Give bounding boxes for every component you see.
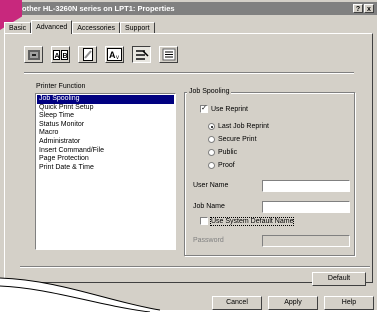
radio-button[interactable] — [208, 162, 215, 169]
svg-text:A: A — [109, 50, 116, 60]
title-bar: other HL-3260N series on LPT1: Propertie… — [18, 2, 377, 15]
list-item[interactable]: Insert Command/File — [37, 147, 174, 156]
list-item[interactable]: Quick Print Setup — [37, 104, 174, 113]
watermark-icon[interactable] — [78, 46, 97, 63]
list-item[interactable]: Status Monitor — [37, 121, 174, 130]
duplex-icon[interactable]: AB — [51, 46, 70, 63]
tab-advanced[interactable]: Advanced — [31, 20, 73, 34]
job-spooling-group — [184, 92, 355, 256]
use-reprint-checkbox[interactable]: ✓ — [200, 105, 208, 113]
list-item[interactable]: Job Spooling — [37, 95, 174, 104]
radio-label: Secure Print — [218, 136, 257, 143]
use-system-default-label: Use System Default Name — [209, 216, 295, 226]
radio-label: Last Job Reprint — [218, 123, 269, 130]
apply-button[interactable]: Apply — [268, 296, 318, 310]
list-item[interactable]: Macro — [37, 129, 174, 138]
job-name-label: Job Name — [193, 203, 225, 210]
list-item[interactable]: Page Protection — [37, 155, 174, 164]
list-item[interactable]: Print Date & Time — [37, 164, 174, 173]
help-button[interactable]: Help — [324, 296, 374, 310]
radio-public[interactable]: Public — [208, 149, 237, 156]
properties-window: other HL-3260N series on LPT1: Propertie… — [0, 0, 377, 312]
settings-list-icon[interactable] — [159, 46, 178, 63]
user-name-label: User Name — [193, 182, 229, 189]
window-title: other HL-3260N series on LPT1: Propertie… — [22, 4, 175, 13]
device-options-icon[interactable] — [132, 46, 151, 63]
page-setting-icon[interactable]: Av — [105, 46, 124, 63]
list-item[interactable]: Sleep Time — [37, 112, 174, 121]
quality-icon[interactable] — [24, 46, 43, 63]
cancel-button[interactable]: Cancel — [212, 296, 262, 310]
printer-function-list[interactable]: Job Spooling Quick Print Setup Sleep Tim… — [35, 93, 176, 250]
job-name-field[interactable] — [262, 201, 350, 213]
close-title-button[interactable]: x — [364, 4, 374, 13]
password-label: Password — [193, 237, 224, 244]
svg-text:v: v — [116, 55, 119, 61]
use-reprint-label: Use Reprint — [211, 105, 248, 113]
bottom-separator — [20, 266, 370, 268]
radio-button[interactable] — [208, 123, 215, 130]
radio-button[interactable] — [208, 149, 215, 156]
svg-text:A: A — [55, 53, 60, 60]
help-title-button[interactable]: ? — [353, 4, 363, 13]
password-field[interactable] — [262, 235, 350, 247]
tab-strip: Basic Advanced Accessories Support — [4, 20, 155, 34]
feature-icon-bar: AB Av — [24, 46, 178, 63]
page-curl-decoration — [0, 277, 377, 312]
list-item[interactable]: Administrator — [37, 138, 174, 147]
radio-proof[interactable]: Proof — [208, 162, 235, 169]
use-reprint-row[interactable]: ✓ Use Reprint — [200, 105, 248, 113]
use-system-default-row[interactable]: Use System Default Name — [200, 216, 295, 226]
radio-label: Proof — [218, 162, 235, 169]
user-name-field[interactable] — [262, 180, 350, 192]
svg-text:B: B — [63, 53, 68, 60]
printer-function-label: Printer Function — [36, 83, 86, 90]
radio-button[interactable] — [208, 136, 215, 143]
use-system-default-checkbox[interactable] — [200, 217, 208, 225]
radio-label: Public — [218, 149, 238, 156]
separator — [24, 72, 354, 74]
job-spooling-group-title: Job Spooling — [187, 88, 232, 95]
radio-secure-print[interactable]: Secure Print — [208, 136, 257, 143]
radio-last-job-reprint[interactable]: Last Job Reprint — [208, 123, 269, 130]
